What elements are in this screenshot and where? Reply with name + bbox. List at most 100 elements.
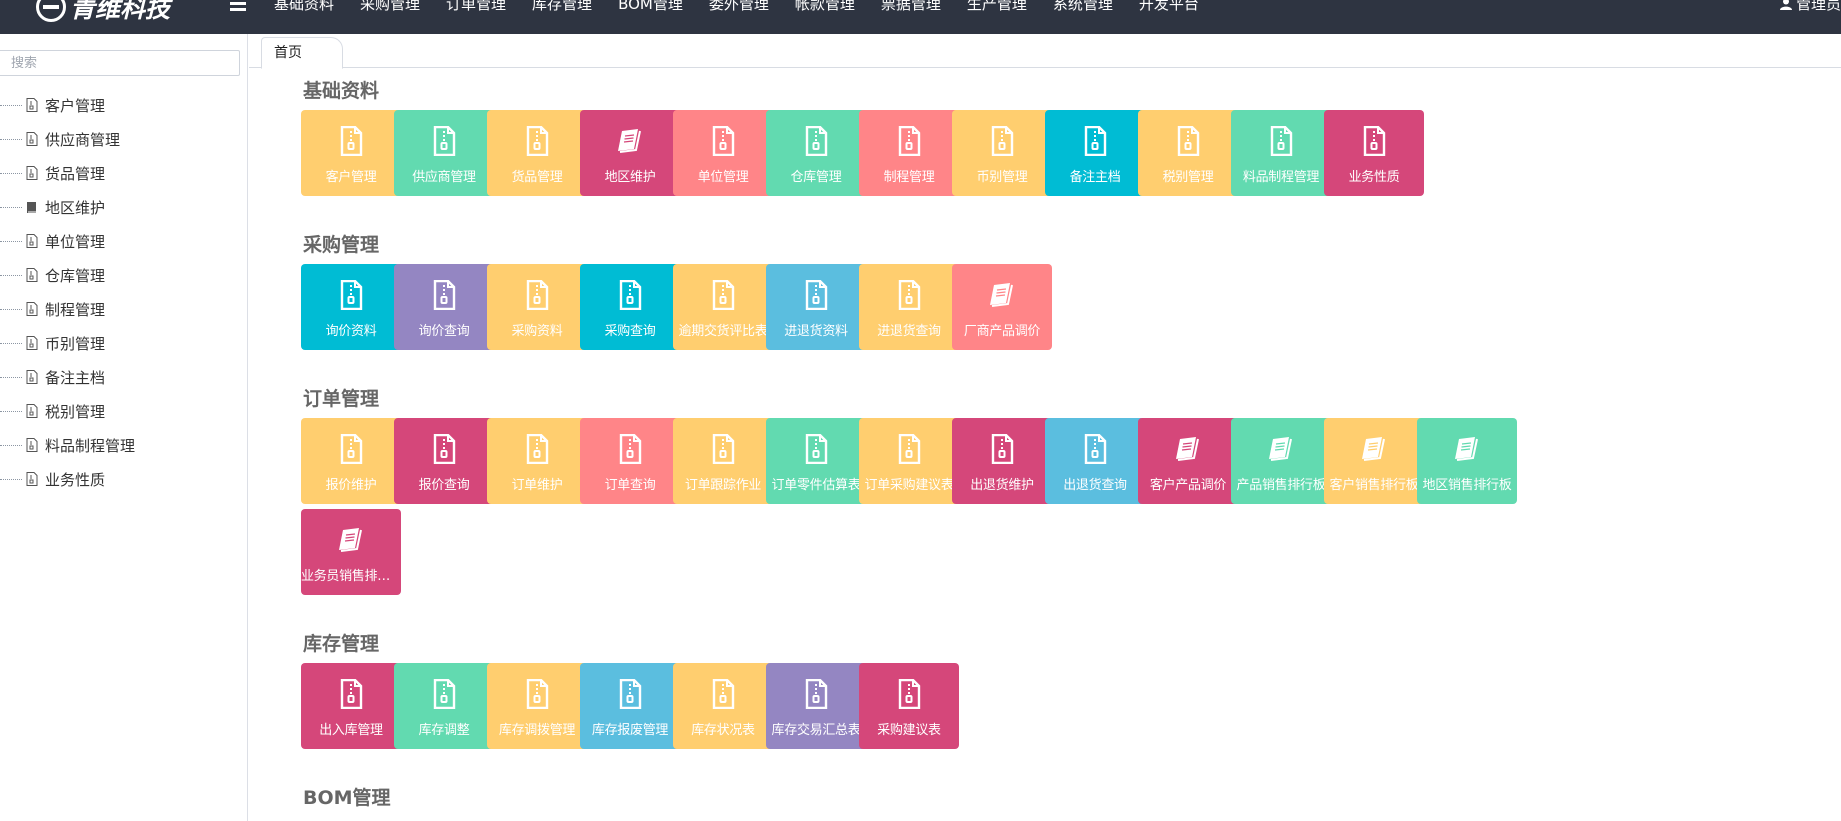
app-tile[interactable]: 库存状况表	[673, 663, 773, 749]
search-input[interactable]	[0, 50, 240, 76]
zip-file-icon	[337, 279, 365, 311]
app-tile[interactable]: 订单零件估算表	[766, 418, 866, 504]
sidebar-tree: 客户管理供应商管理 货品管理 地区维护 单位管理 仓库管理 制程管理 币别管理 备注主档 税别管…	[0, 88, 248, 496]
app-tile[interactable]: 出退货查询	[1045, 418, 1145, 504]
file-icon	[26, 132, 38, 146]
app-tile[interactable]: 采购建议表	[859, 663, 959, 749]
nav-item-outsourcing[interactable]: 委外管理	[699, 0, 779, 14]
tile-label: 供应商管理	[412, 170, 476, 185]
sidebar-item[interactable]: 单位管理	[0, 224, 248, 258]
app-tile[interactable]: 单位管理	[673, 110, 773, 196]
tile-label: 库存报废管理	[591, 723, 669, 738]
zip-file-icon	[337, 433, 365, 465]
app-tile[interactable]: 订单查询	[580, 418, 680, 504]
user-menu[interactable]: 管理员	[1779, 0, 1841, 14]
app-tile[interactable]: 客户销售排行板	[1324, 418, 1424, 504]
app-tile[interactable]: 询价查询	[394, 264, 494, 350]
app-tile[interactable]: 地区销售排行板	[1417, 418, 1517, 504]
tile-label: 库存状况表	[691, 723, 755, 738]
sidebar-item-label: 客户管理	[45, 96, 106, 115]
app-tile[interactable]: 厂商产品调价	[952, 264, 1052, 350]
nav-item-basic-data[interactable]: 基础资料	[264, 0, 344, 14]
tab-bar: 首页	[249, 34, 1841, 69]
book-icon	[1360, 434, 1388, 464]
zip-file-icon	[523, 125, 551, 157]
zip-file-icon	[523, 433, 551, 465]
app-tile[interactable]: 订单维护	[487, 418, 587, 504]
tile-label: 报价查询	[418, 478, 470, 493]
app-tile[interactable]: 仓库管理	[766, 110, 866, 196]
tile-label: 制程管理	[883, 170, 935, 185]
zip-file-icon	[895, 125, 923, 157]
sidebar-item[interactable]: 制程管理	[0, 292, 248, 326]
section-title: 订单管理	[303, 388, 380, 410]
app-tile[interactable]: 供应商管理	[394, 110, 494, 196]
sidebar-item[interactable]: 料品制程管理	[0, 428, 248, 462]
app-tile[interactable]: 库存交易汇总表	[766, 663, 866, 749]
app-tile[interactable]: 出入库管理	[301, 663, 401, 749]
app-tile[interactable]: 产品销售排行板	[1231, 418, 1331, 504]
app-tile[interactable]: 币别管理	[952, 110, 1052, 196]
nav-item-inventory[interactable]: 库存管理	[522, 0, 602, 14]
sidebar-item[interactable]: 币别管理	[0, 326, 248, 360]
app-tile[interactable]: 货品管理	[487, 110, 587, 196]
app-tile[interactable]: 客户管理	[301, 110, 401, 196]
nav-item-bom[interactable]: BOM管理	[608, 0, 693, 14]
sidebar-item[interactable]: 业务性质	[0, 462, 248, 496]
nav-item-orders[interactable]: 订单管理	[436, 0, 516, 14]
app-tile[interactable]: 订单采购建议表	[859, 418, 959, 504]
app-tile[interactable]: 进退货查询	[859, 264, 959, 350]
tile-label: 货品管理	[511, 170, 563, 185]
zip-file-icon	[523, 678, 551, 710]
brand-logo[interactable]: 青维科技	[36, 0, 170, 23]
app-tile[interactable]: 地区维护	[580, 110, 680, 196]
app-tile[interactable]: 进退货资料	[766, 264, 866, 350]
app-tile[interactable]: 客户产品调价	[1138, 418, 1238, 504]
nav-item-dev-platform[interactable]: 开发平台	[1129, 0, 1209, 14]
hamburger-icon[interactable]	[230, 0, 246, 12]
nav-item-purchasing[interactable]: 采购管理	[350, 0, 430, 14]
app-tile[interactable]: 出退货维护	[952, 418, 1052, 504]
zip-file-icon	[523, 279, 551, 311]
app-tile[interactable]: 备注主档	[1045, 110, 1145, 196]
nav-item-system[interactable]: 系统管理	[1043, 0, 1123, 14]
zip-file-icon	[1081, 125, 1109, 157]
tile-label: 订单维护	[511, 478, 563, 493]
app-tile[interactable]: 料品制程管理	[1231, 110, 1331, 196]
sidebar-item[interactable]: 备注主档	[0, 360, 248, 394]
app-tile[interactable]: 制程管理	[859, 110, 959, 196]
tile-label: 客户产品调价	[1149, 478, 1227, 493]
tile-label: 出退货维护	[970, 478, 1034, 493]
app-tile[interactable]: 业务性质	[1324, 110, 1424, 196]
nav-item-production[interactable]: 生产管理	[957, 0, 1037, 14]
sidebar-item[interactable]: 地区维护	[0, 190, 248, 224]
sidebar-item[interactable]: 仓库管理	[0, 258, 248, 292]
app-tile[interactable]: 业务员销售排行板	[301, 509, 401, 595]
sidebar-item[interactable]: 客户管理	[0, 88, 248, 122]
nav-item-accounts[interactable]: 帐款管理	[785, 0, 865, 14]
zip-file-icon	[616, 279, 644, 311]
sidebar-item[interactable]: 货品管理	[0, 156, 248, 190]
app-tile[interactable]: 税别管理	[1138, 110, 1238, 196]
app-tile[interactable]: 报价查询	[394, 418, 494, 504]
app-tile[interactable]: 库存报废管理	[580, 663, 680, 749]
app-tile[interactable]: 库存调整	[394, 663, 494, 749]
app-tile[interactable]: 询价资料	[301, 264, 401, 350]
app-tile[interactable]: 库存调拨管理	[487, 663, 587, 749]
app-tile[interactable]: 报价维护	[301, 418, 401, 504]
tab-home[interactable]: 首页	[261, 37, 343, 69]
zip-file-icon	[430, 125, 458, 157]
zip-file-icon	[802, 678, 830, 710]
sidebar-item[interactable]: 税别管理	[0, 394, 248, 428]
zip-file-icon	[802, 433, 830, 465]
app-tile[interactable]: 采购资料	[487, 264, 587, 350]
zip-file-icon	[988, 433, 1016, 465]
sidebar-item[interactable]: 供应商管理	[0, 122, 248, 156]
app-tile[interactable]: 采购查询	[580, 264, 680, 350]
section-title: 基础资料	[303, 80, 380, 102]
tile-label: 进退货查询	[877, 324, 941, 339]
app-tile[interactable]: 订单跟踪作业	[673, 418, 773, 504]
zip-file-icon	[709, 433, 737, 465]
app-tile[interactable]: 逾期交货评比表	[673, 264, 773, 350]
nav-item-bills[interactable]: 票据管理	[871, 0, 951, 14]
